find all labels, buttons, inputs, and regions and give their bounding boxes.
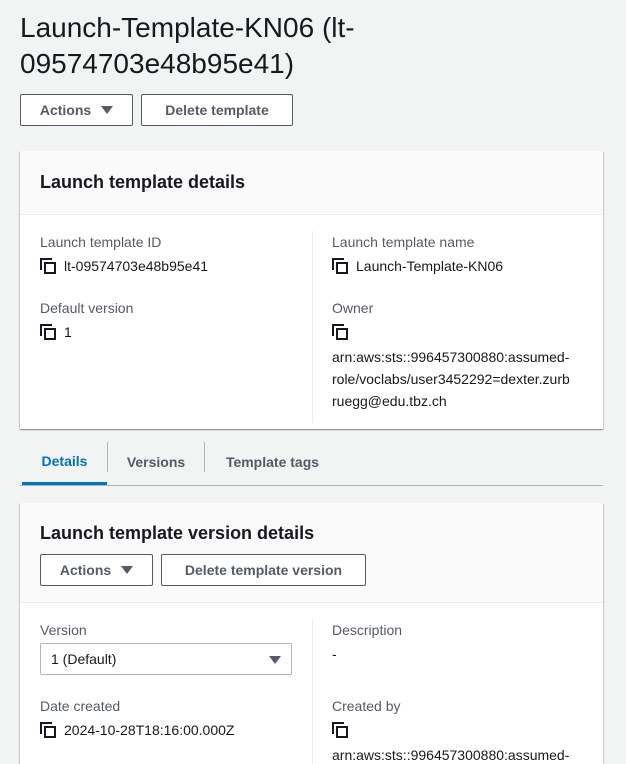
caret-down-icon (121, 566, 134, 574)
delete-template-version-button[interactable]: Delete template version (161, 554, 366, 586)
actions-button-label: Actions (39, 102, 92, 118)
version-select[interactable]: 1 (Default) (40, 643, 292, 675)
copy-icon[interactable] (332, 258, 348, 274)
version-details-panel: Launch template version details Actions … (20, 503, 603, 764)
description-label: Description (332, 622, 403, 638)
owner-value: arn:aws:sts::996457300880:assumed- role/… (332, 346, 570, 412)
panel-title: Launch template version details (40, 523, 315, 543)
template-name-label: Launch template name (332, 234, 475, 250)
actions-button-label: Actions (59, 562, 112, 578)
column-divider (312, 619, 313, 764)
launch-template-details-panel: Launch template details Launch template … (20, 151, 603, 429)
panel-header: Launch template details (20, 151, 603, 215)
tab-bar: Details Versions Template tags (20, 440, 603, 486)
tab-versions[interactable]: Versions (108, 440, 204, 484)
owner-line: arn:aws:sts::996457300880:assumed- (332, 349, 570, 365)
template-name-text: Launch-Template-KN06 (356, 258, 504, 274)
owner-line: role/voclabs/user3452292=dexter.zurb (332, 371, 570, 387)
caret-down-icon (269, 656, 281, 664)
panel-header: Launch template version details (20, 503, 603, 603)
owner-line: ruegg@edu.tbz.ch (332, 393, 447, 409)
tab-template-tags[interactable]: Template tags (205, 440, 340, 484)
description-value: - (332, 646, 337, 662)
template-id-label: Launch template ID (40, 234, 162, 250)
caret-down-icon (101, 106, 114, 114)
created-by-copy (332, 722, 356, 738)
copy-icon[interactable] (40, 722, 56, 738)
template-id-value: lt-09574703e48b95e41 (40, 258, 208, 274)
delete-template-button[interactable]: Delete template (141, 94, 293, 126)
copy-icon[interactable] (40, 324, 56, 340)
created-by-value: arn:aws:sts::996457300880:assumed- (332, 747, 570, 763)
copy-icon[interactable] (332, 722, 348, 738)
version-label: Version (40, 622, 87, 638)
tab-details[interactable]: Details (22, 440, 107, 485)
actions-button[interactable]: Actions (20, 94, 133, 126)
column-divider (312, 231, 313, 423)
date-created-label: Date created (40, 698, 121, 714)
panel-title: Launch template details (40, 172, 246, 192)
default-version-text: 1 (64, 324, 72, 340)
copy-icon[interactable] (40, 258, 56, 274)
default-version-value: 1 (40, 324, 72, 340)
version-actions-button[interactable]: Actions (40, 554, 153, 586)
created-by-label: Created by (332, 698, 401, 714)
template-id-text: lt-09574703e48b95e41 (64, 258, 209, 274)
version-select-value: 1 (Default) (51, 651, 117, 667)
copy-icon[interactable] (332, 324, 348, 340)
owner-label: Owner (332, 300, 374, 316)
date-created-text: 2024-10-28T18:16:00.000Z (64, 722, 235, 738)
page-title: Launch-Template-KN06 (lt-09574703e48b95e… (20, 12, 355, 79)
template-name-value: Launch-Template-KN06 (332, 258, 503, 274)
date-created-value: 2024-10-28T18:16:00.000Z (40, 722, 234, 738)
owner-copy (332, 324, 356, 340)
default-version-label: Default version (40, 300, 134, 316)
